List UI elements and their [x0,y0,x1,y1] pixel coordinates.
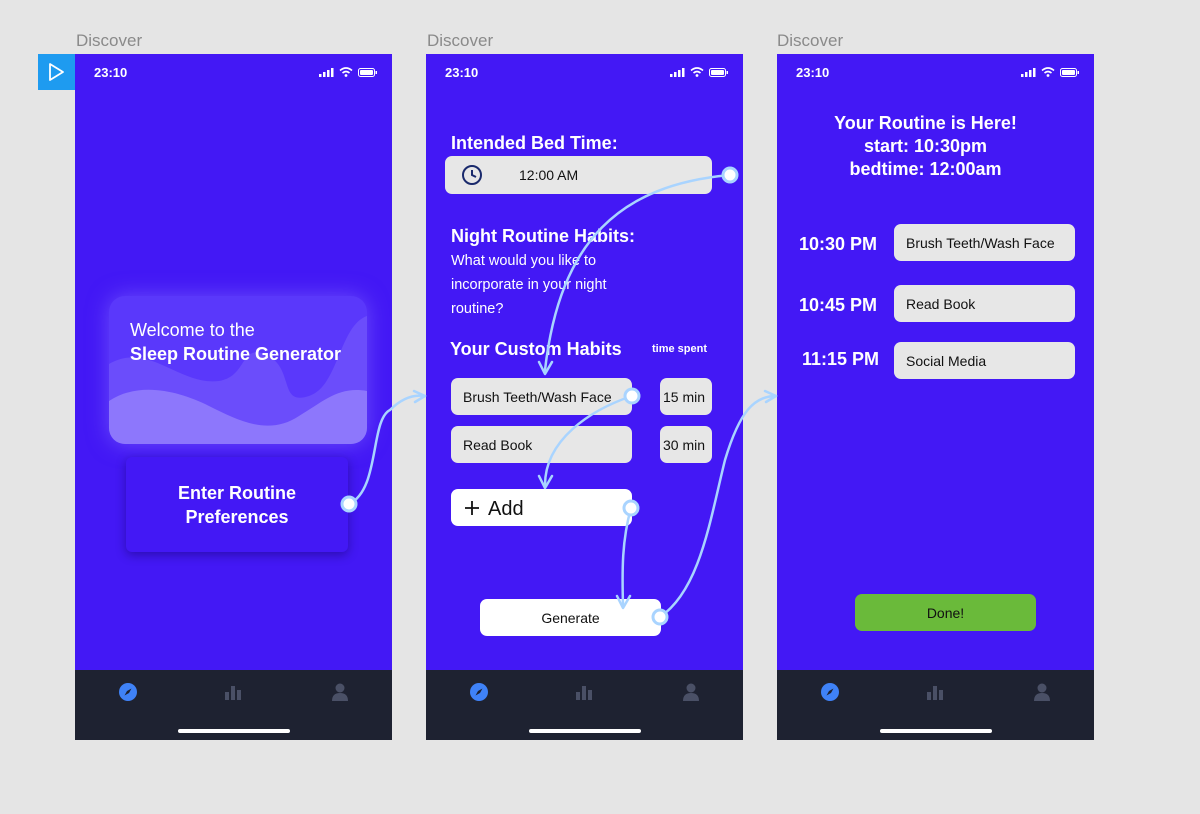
arrowhead [763,389,778,404]
bedtime-picker[interactable]: 12:00 AM [445,156,712,194]
generate-button[interactable]: Generate [480,599,661,636]
schedule-time: 10:30 PM [799,234,878,254]
habits-heading: Night Routine Habits: [451,226,635,246]
play-prototype-button[interactable] [38,54,75,90]
routine-bedtime: bedtime: 12:00am [849,159,1002,179]
time-spent-header: time spent [652,343,708,355]
screen-welcome: 23:10 Welcome to the Sleep Routine Gener… [75,54,392,740]
status-time: 23:10 [445,65,479,80]
compass-icon[interactable] [820,682,840,702]
home-indicator [178,729,290,733]
habit-name-field[interactable]: Brush Teeth/Wash Face [451,378,632,415]
enter-routine-preferences-label: Enter Routine Preferences [177,482,296,527]
bar-chart-icon[interactable] [223,682,243,702]
habits-prompt-line: What would you like to [451,253,597,269]
person-icon[interactable] [681,682,701,702]
screen-preferences: 23:10 Intended Bed Time: 12:00 AM Night … [426,54,743,740]
done-label: Done! [926,604,965,621]
schedule-task: Social Media [894,342,1075,379]
home-indicator [529,729,641,733]
custom-habits-heading: Your Custom Habits [450,339,622,359]
compass-icon[interactable] [118,682,138,702]
routine-start: start: 10:30pm [863,136,988,156]
schedule-task: Read Book [894,285,1075,322]
app-name-text: Sleep Routine Generator [130,344,342,364]
compass-icon[interactable] [469,682,489,702]
welcome-text: Welcome to the [130,320,255,340]
plus-icon [465,501,479,515]
cellular-signal-icon [670,67,685,77]
status-time: 23:10 [94,65,128,80]
habit-time-field[interactable]: 15 min [660,378,712,415]
person-icon[interactable] [330,682,350,702]
wifi-icon [339,67,353,77]
schedule-time: 11:15 PM [802,349,880,369]
tab-bar [75,670,392,740]
status-icons [670,67,729,77]
bedtime-heading: Intended Bed Time: [451,133,618,153]
cellular-signal-icon [319,67,334,77]
frame-label: Discover [76,31,143,50]
cellular-signal-icon [1021,67,1036,77]
wifi-icon [1041,67,1055,77]
status-icons [319,67,378,77]
add-habit-label: Add [488,498,524,520]
habit-name-field[interactable]: Read Book [451,426,632,463]
home-indicator [880,729,992,733]
status-time: 23:10 [796,65,830,80]
battery-icon [1060,67,1079,77]
wifi-icon [690,67,704,77]
bar-chart-icon[interactable] [925,682,945,702]
play-icon [49,63,64,81]
person-icon[interactable] [1032,682,1052,702]
schedule-task: Brush Teeth/Wash Face [894,224,1075,261]
routine-title: Your Routine is Here! [834,113,1017,133]
welcome-card: Welcome to the Sleep Routine Generator [109,296,367,444]
wave-illustration [109,316,367,444]
screen-routine: 23:10 Your Routine is Here! start: 10:30… [777,54,1094,740]
bar-chart-icon[interactable] [574,682,594,702]
battery-icon [358,67,377,77]
frame-label: Discover [777,31,844,50]
tab-bar [426,670,743,740]
arrowhead [412,389,427,404]
habit-time-field[interactable]: 30 min [660,426,712,463]
bedtime-value: 12:00 AM [519,167,579,183]
schedule-time: 10:45 PM [799,295,878,315]
done-button[interactable]: Done! [855,594,1036,631]
frame-label: Discover [427,31,494,50]
habits-prompt-line: incorporate in your night [451,277,607,293]
habits-prompt-line: routine? [451,301,504,317]
battery-icon [709,67,728,77]
enter-routine-preferences-button[interactable]: Enter Routine Preferences [126,457,348,552]
generate-label: Generate [541,609,600,626]
tab-bar [777,670,1094,740]
add-habit-button[interactable]: Add [451,489,632,526]
status-icons [1021,67,1080,77]
clock-icon [462,165,482,185]
